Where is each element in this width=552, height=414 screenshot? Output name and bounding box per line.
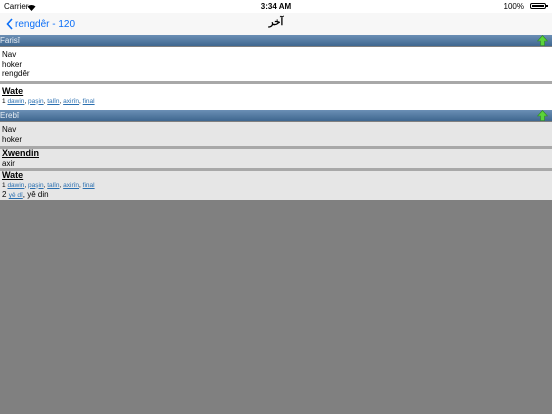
status-time: 3:34 AM [260,2,292,11]
reading-block: Xwendin axir [0,148,552,168]
status-bar: Carrier 3:34 AM 100% [0,0,552,13]
meaning-link[interactable]: axirîn [63,98,79,105]
meaning-link[interactable]: dawin [7,182,24,189]
pos-line: hoker [2,59,23,69]
pos-title: Nav [2,125,17,134]
section-header-farisi: Farisî [0,35,552,46]
reading-value: axir [2,158,15,168]
battery-percent: 100% [503,2,524,11]
meaning-link[interactable]: talîn [47,182,59,189]
meaning-title: Wate [2,170,24,180]
section-title: Erebî [0,111,20,120]
section-header-erebi: Erebî [0,110,552,121]
page-title: آخر [268,17,284,28]
battery-icon [530,3,548,9]
meaning-block: Wate 1 dawin, paşin, talîn, axirîn, fina… [0,84,552,110]
meaning-number: 1 [2,181,6,189]
meaning-item: 1 dawin, paşin, talîn, axirîn, final [2,181,95,189]
meaning-link[interactable]: final [83,182,95,189]
meaning-link[interactable]: axirîn [63,182,79,189]
part-of-speech-block: Nav hoker [0,122,552,146]
reading-title: Xwendin [2,148,40,158]
meaning-text: yê din [27,190,49,200]
meaning-number: 2 [2,190,7,200]
meaning-link[interactable]: yê dî [9,192,23,199]
meaning-title: Wate [2,86,24,96]
meaning-link[interactable]: paşin [28,182,44,189]
meaning-block: Wate 1 dawin, paşin, talîn, axirîn, fina… [0,170,552,200]
meaning-link[interactable]: talîn [47,98,59,105]
pos-line: hoker [2,134,23,144]
part-of-speech-block: Nav hoker rengdêr [0,47,552,81]
meaning-link[interactable]: final [83,98,95,105]
pos-title: Nav [2,50,17,59]
meaning-link[interactable]: dawin [7,98,24,105]
meaning-item: 1 dawin, paşin, talîn, axirîn, final [2,97,95,105]
pos-line: rengdêr [2,69,30,79]
meaning-number: 1 [2,97,6,105]
section-title: Farisî [0,36,20,45]
meaning-link[interactable]: paşin [28,98,44,105]
navigation-bar: rengdêr - 120 آخر [0,13,552,36]
meaning-item: 2 yê dî, yê din [2,190,49,200]
